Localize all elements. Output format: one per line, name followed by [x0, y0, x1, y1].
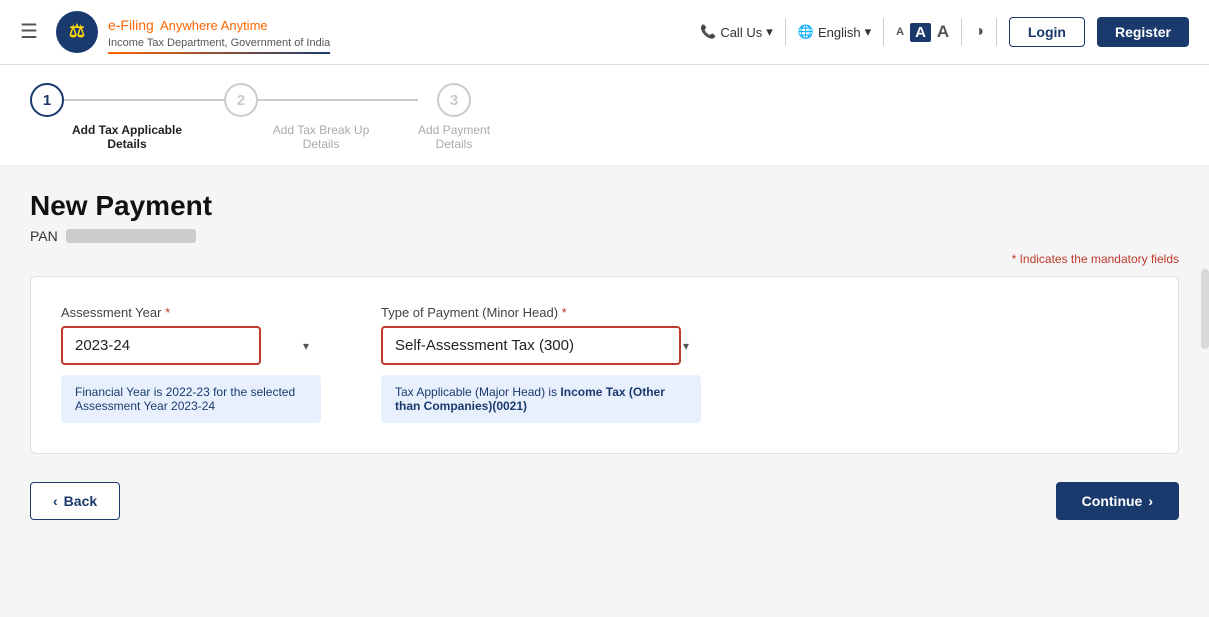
pan-label: PAN	[30, 228, 58, 244]
language-label: English	[818, 25, 861, 40]
back-label: Back	[64, 493, 97, 509]
login-button[interactable]: Login	[1009, 17, 1085, 47]
globe-icon: 🌐	[798, 24, 814, 40]
phone-icon: 📞	[700, 24, 716, 40]
hamburger-menu-icon[interactable]: ☰	[20, 19, 38, 44]
logo-tagline: Anywhere Anytime	[160, 18, 268, 33]
logo-text-block: e-Filing Anywhere Anytime Income Tax Dep…	[108, 10, 330, 54]
step-1-circle: 1	[30, 83, 64, 117]
stepper-bar: 1 Add Tax ApplicableDetails 2 Add Tax Br…	[0, 65, 1209, 166]
step-1: 1 Add Tax ApplicableDetails	[30, 83, 224, 151]
back-chevron-icon: ‹	[53, 493, 58, 509]
payment-type-chevron-icon: ▾	[683, 339, 689, 353]
main-content: New Payment PAN * Indicates the mandator…	[0, 166, 1209, 544]
step-1-label: Add Tax ApplicableDetails	[72, 123, 182, 151]
back-button[interactable]: ‹ Back	[30, 482, 120, 520]
step-3: 3 Add PaymentDetails	[418, 83, 490, 151]
payment-type-label: Type of Payment (Minor Head) *	[381, 305, 701, 320]
page-title: New Payment	[30, 190, 1179, 222]
assessment-year-label: Assessment Year *	[61, 305, 321, 320]
continue-label: Continue	[1082, 493, 1143, 509]
logo-efiling-text: e-Filing Anywhere Anytime	[108, 10, 330, 36]
step-line-2	[258, 99, 418, 101]
form-row: Assessment Year * 2023-24 2022-23 2021-2…	[61, 305, 1148, 423]
assessment-year-info-box: Financial Year is 2022-23 for the select…	[61, 375, 321, 423]
assessment-year-select-wrapper: 2023-24 2022-23 2021-22 2020-21 ▾	[61, 326, 321, 365]
assessment-year-select[interactable]: 2023-24 2022-23 2021-22 2020-21	[61, 326, 261, 365]
logo-emblem: ⚖	[56, 11, 98, 53]
step-2: 2 Add Tax Break UpDetails	[224, 83, 418, 151]
language-selector[interactable]: 🌐 English ▾	[798, 24, 871, 40]
logo-subtitle: Income Tax Department, Government of Ind…	[108, 37, 330, 50]
header-left: ☰ ⚖ e-Filing Anywhere Anytime Income Tax…	[20, 10, 330, 54]
call-us-button[interactable]: 📞 Call Us ▾	[700, 24, 773, 40]
pan-row: PAN	[30, 228, 1179, 244]
logo-underline	[108, 52, 330, 54]
stepper: 1 Add Tax ApplicableDetails 2 Add Tax Br…	[30, 83, 1179, 151]
font-decrease-button[interactable]: A	[896, 26, 904, 38]
step-2-circle-row: 2	[224, 83, 418, 117]
continue-chevron-icon: ›	[1148, 493, 1153, 509]
contrast-button[interactable]: ◑	[974, 23, 984, 41]
register-button[interactable]: Register	[1097, 17, 1189, 47]
step-3-label: Add PaymentDetails	[418, 123, 490, 151]
step-line-1	[64, 99, 224, 101]
continue-button[interactable]: Continue ›	[1056, 482, 1179, 520]
step-1-circle-row: 1	[30, 83, 224, 117]
header-right: 📞 Call Us ▾ 🌐 English ▾ A A A ◑ Login Re…	[700, 17, 1189, 47]
divider-1	[785, 18, 786, 46]
divider-3	[961, 18, 962, 46]
assessment-year-chevron-icon: ▾	[303, 339, 309, 353]
payment-type-select-wrapper: Self-Assessment Tax (300) Advance Tax (1…	[381, 326, 701, 365]
step-2-label: Add Tax Break UpDetails	[273, 123, 370, 151]
assessment-year-required: *	[165, 305, 170, 320]
mandatory-note: * Indicates the mandatory fields	[30, 252, 1179, 266]
payment-type-group: Type of Payment (Minor Head) * Self-Asse…	[381, 305, 701, 423]
step-3-circle-row: 3	[437, 83, 471, 117]
scrollbar[interactable]	[1201, 269, 1209, 349]
font-increase-button[interactable]: A	[937, 22, 949, 42]
font-controls: A A A	[896, 22, 949, 42]
font-normal-button[interactable]: A	[910, 23, 931, 42]
footer-actions: ‹ Back Continue ›	[30, 482, 1179, 520]
main-header: ☰ ⚖ e-Filing Anywhere Anytime Income Tax…	[0, 0, 1209, 65]
assessment-year-group: Assessment Year * 2023-24 2022-23 2021-2…	[61, 305, 321, 423]
call-us-chevron: ▾	[766, 24, 773, 40]
form-card: Assessment Year * 2023-24 2022-23 2021-2…	[30, 276, 1179, 454]
call-us-label: Call Us	[720, 25, 762, 40]
payment-type-select[interactable]: Self-Assessment Tax (300) Advance Tax (1…	[381, 326, 681, 365]
step-3-circle: 3	[437, 83, 471, 117]
divider-2	[883, 18, 884, 46]
pan-mask	[66, 229, 196, 243]
language-chevron: ▾	[865, 24, 872, 40]
payment-type-info-box: Tax Applicable (Major Head) is Income Ta…	[381, 375, 701, 423]
divider-4	[996, 18, 997, 46]
payment-type-required: *	[562, 305, 567, 320]
step-2-circle: 2	[224, 83, 258, 117]
